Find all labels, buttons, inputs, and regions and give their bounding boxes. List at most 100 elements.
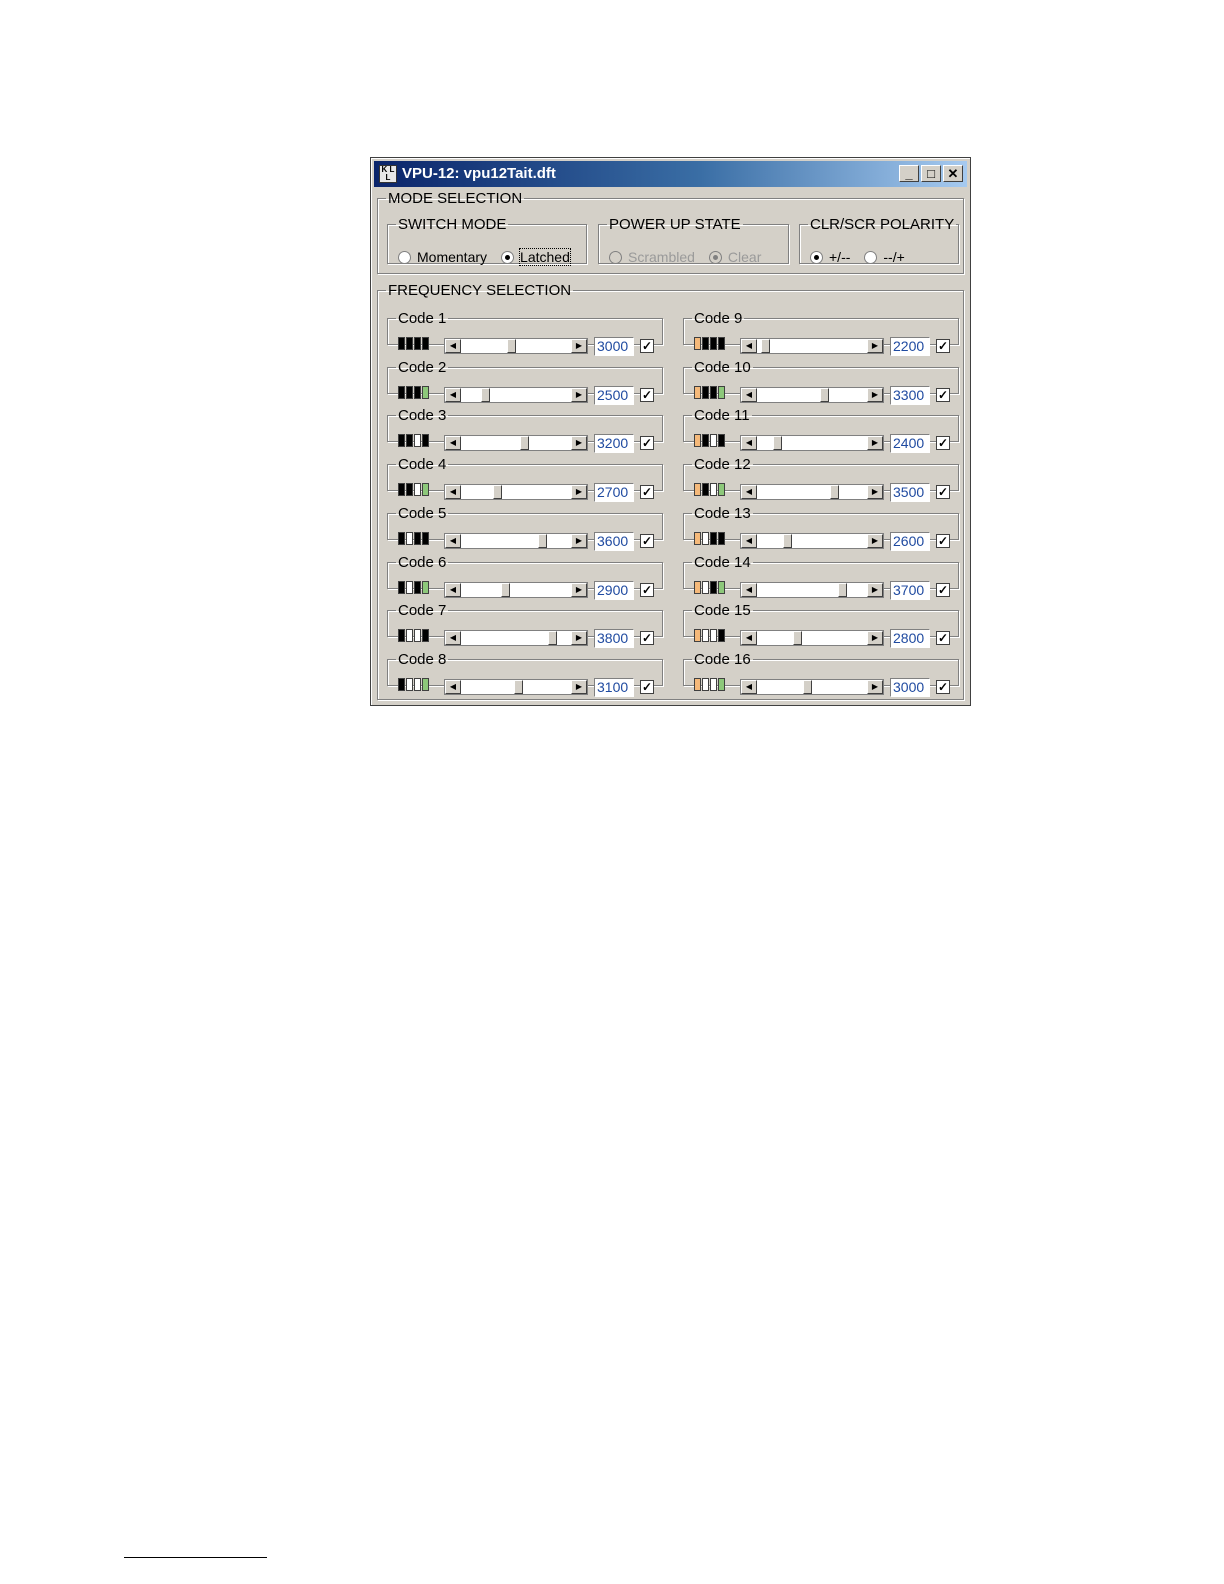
frequency-slider[interactable]: ◀ ▶ bbox=[444, 678, 588, 695]
scroll-left-icon[interactable]: ◀ bbox=[741, 387, 757, 402]
app-icon[interactable]: K LL bbox=[379, 165, 397, 183]
scroll-left-icon[interactable]: ◀ bbox=[445, 339, 461, 353]
scroll-right-icon[interactable]: ▶ bbox=[867, 387, 883, 402]
close-button[interactable]: ✕ bbox=[943, 165, 963, 182]
enable-checkbox[interactable]: ✓ bbox=[936, 679, 950, 694]
scroll-right-icon[interactable]: ▶ bbox=[571, 679, 587, 694]
slider-thumb[interactable] bbox=[537, 533, 547, 548]
frequency-slider[interactable]: ◀ ▶ bbox=[740, 532, 884, 549]
latched-option[interactable]: Latched bbox=[501, 248, 571, 266]
frequency-value-field[interactable]: 2600 bbox=[890, 531, 930, 551]
slider-thumb[interactable] bbox=[837, 582, 847, 597]
enable-checkbox[interactable]: ✓ bbox=[640, 679, 654, 694]
scroll-left-icon[interactable]: ◀ bbox=[741, 533, 757, 548]
enable-checkbox[interactable]: ✓ bbox=[640, 485, 654, 500]
frequency-slider[interactable]: ◀ ▶ bbox=[444, 338, 588, 354]
frequency-value-field[interactable]: 3300 bbox=[890, 385, 930, 405]
enable-checkbox[interactable]: ✓ bbox=[936, 582, 950, 597]
frequency-slider[interactable]: ◀ ▶ bbox=[444, 484, 588, 501]
frequency-value-field[interactable]: 2500 bbox=[594, 385, 634, 405]
slider-thumb[interactable] bbox=[501, 582, 511, 597]
scroll-left-icon[interactable]: ◀ bbox=[445, 485, 461, 500]
slider-thumb[interactable] bbox=[507, 339, 517, 353]
enable-checkbox[interactable]: ✓ bbox=[936, 631, 950, 646]
scroll-left-icon[interactable]: ◀ bbox=[445, 679, 461, 694]
title-bar[interactable]: K LL VPU-12: vpu12Tait.dft _ □ ✕ bbox=[374, 161, 967, 187]
scroll-right-icon[interactable]: ▶ bbox=[571, 533, 587, 548]
frequency-value-field[interactable]: 3100 bbox=[594, 677, 634, 697]
scroll-left-icon[interactable]: ◀ bbox=[741, 679, 757, 694]
momentary-radio[interactable] bbox=[398, 251, 411, 264]
scroll-left-icon[interactable]: ◀ bbox=[445, 582, 461, 597]
slider-thumb[interactable] bbox=[761, 339, 771, 353]
frequency-slider[interactable]: ◀ ▶ bbox=[444, 435, 588, 452]
polarity-minus-plus-option[interactable]: --/+ bbox=[864, 249, 905, 265]
frequency-slider[interactable]: ◀ ▶ bbox=[444, 386, 588, 403]
frequency-value-field[interactable]: 2900 bbox=[594, 580, 634, 600]
slider-thumb[interactable] bbox=[819, 387, 829, 402]
enable-checkbox[interactable]: ✓ bbox=[936, 533, 950, 548]
scroll-right-icon[interactable]: ▶ bbox=[571, 339, 587, 353]
scroll-right-icon[interactable]: ▶ bbox=[867, 533, 883, 548]
enable-checkbox[interactable]: ✓ bbox=[640, 339, 654, 353]
frequency-value-field[interactable]: 2700 bbox=[594, 483, 634, 503]
scroll-left-icon[interactable]: ◀ bbox=[445, 533, 461, 548]
scroll-left-icon[interactable]: ◀ bbox=[445, 387, 461, 402]
scroll-left-icon[interactable]: ◀ bbox=[741, 485, 757, 500]
scrambled-radio[interactable] bbox=[609, 251, 622, 264]
slider-thumb[interactable] bbox=[793, 631, 803, 646]
frequency-slider[interactable]: ◀ ▶ bbox=[740, 678, 884, 695]
enable-checkbox[interactable]: ✓ bbox=[640, 631, 654, 646]
frequency-value-field[interactable]: 3000 bbox=[594, 337, 634, 356]
enable-checkbox[interactable]: ✓ bbox=[936, 436, 950, 451]
minimize-button[interactable]: _ bbox=[899, 165, 919, 182]
scroll-right-icon[interactable]: ▶ bbox=[571, 387, 587, 402]
polarity-minus-plus-radio[interactable] bbox=[864, 251, 878, 264]
slider-thumb[interactable] bbox=[803, 679, 813, 694]
enable-checkbox[interactable]: ✓ bbox=[640, 387, 654, 402]
scroll-right-icon[interactable]: ▶ bbox=[571, 436, 587, 451]
scroll-left-icon[interactable]: ◀ bbox=[741, 631, 757, 646]
slider-thumb[interactable] bbox=[519, 436, 529, 451]
enable-checkbox[interactable]: ✓ bbox=[640, 436, 654, 451]
clear-option[interactable]: Clear bbox=[708, 249, 761, 265]
slider-thumb[interactable] bbox=[783, 533, 793, 548]
scroll-right-icon[interactable]: ▶ bbox=[867, 582, 883, 597]
frequency-value-field[interactable]: 2400 bbox=[890, 434, 930, 454]
scroll-right-icon[interactable]: ▶ bbox=[867, 485, 883, 500]
frequency-slider[interactable]: ◀ ▶ bbox=[444, 532, 588, 549]
polarity-plus-minus-radio[interactable] bbox=[810, 251, 823, 264]
enable-checkbox[interactable]: ✓ bbox=[936, 339, 950, 353]
scroll-right-icon[interactable]: ▶ bbox=[571, 485, 587, 500]
frequency-value-field[interactable]: 2800 bbox=[890, 629, 930, 649]
enable-checkbox[interactable]: ✓ bbox=[640, 533, 654, 548]
maximize-button[interactable]: □ bbox=[921, 165, 941, 182]
slider-thumb[interactable] bbox=[481, 387, 491, 402]
slider-thumb[interactable] bbox=[493, 485, 503, 500]
scroll-left-icon[interactable]: ◀ bbox=[741, 339, 757, 353]
slider-thumb[interactable] bbox=[829, 485, 839, 500]
enable-checkbox[interactable]: ✓ bbox=[936, 485, 950, 500]
slider-thumb[interactable] bbox=[773, 436, 783, 451]
momentary-option[interactable]: Momentary bbox=[398, 249, 487, 265]
frequency-value-field[interactable]: 3700 bbox=[890, 580, 930, 600]
frequency-slider[interactable]: ◀ ▶ bbox=[740, 338, 884, 354]
scrambled-option[interactable]: Scrambled bbox=[609, 249, 695, 265]
scroll-right-icon[interactable]: ▶ bbox=[867, 631, 883, 646]
enable-checkbox[interactable]: ✓ bbox=[936, 387, 950, 402]
frequency-value-field[interactable]: 2200 bbox=[890, 337, 930, 356]
frequency-slider[interactable]: ◀ ▶ bbox=[444, 581, 588, 598]
latched-radio[interactable] bbox=[501, 251, 515, 264]
frequency-value-field[interactable]: 3500 bbox=[890, 483, 930, 503]
scroll-right-icon[interactable]: ▶ bbox=[867, 339, 883, 353]
frequency-slider[interactable]: ◀ ▶ bbox=[740, 630, 884, 647]
enable-checkbox[interactable]: ✓ bbox=[640, 582, 654, 597]
scroll-right-icon[interactable]: ▶ bbox=[571, 582, 587, 597]
polarity-plus-minus-option[interactable]: +/-- bbox=[810, 249, 850, 265]
scroll-left-icon[interactable]: ◀ bbox=[741, 582, 757, 597]
frequency-value-field[interactable]: 3800 bbox=[594, 629, 634, 649]
scroll-left-icon[interactable]: ◀ bbox=[445, 436, 461, 451]
frequency-slider[interactable]: ◀ ▶ bbox=[740, 435, 884, 452]
scroll-right-icon[interactable]: ▶ bbox=[867, 436, 883, 451]
scroll-left-icon[interactable]: ◀ bbox=[445, 631, 461, 646]
